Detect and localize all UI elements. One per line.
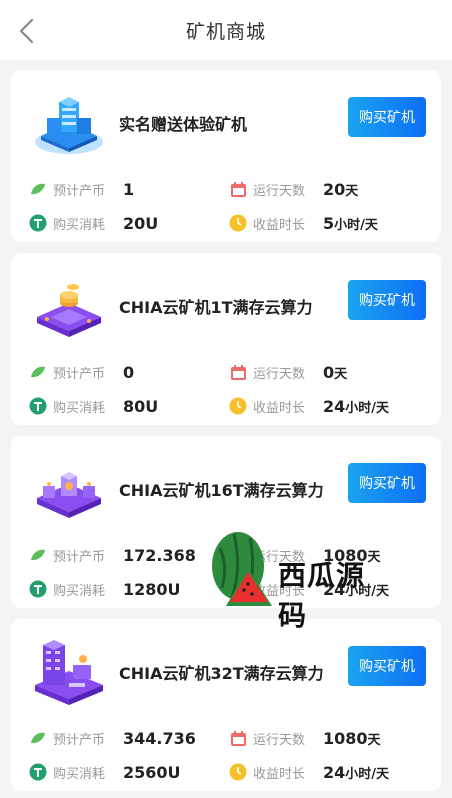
buy-miner-button[interactable]: 购买矿机	[348, 463, 426, 503]
income-duration-unit: 小时/天	[345, 400, 390, 416]
chevron-left-icon[interactable]	[14, 16, 40, 46]
estimated-output-value: 172.368	[123, 545, 196, 565]
income-duration-unit: 小时/天	[345, 766, 390, 782]
clock-icon	[229, 214, 247, 232]
run-days-value: 20	[323, 179, 346, 199]
run-days-unit: 天	[334, 366, 348, 382]
miner-card: CHIA云矿机32T满存云算力 购买矿机 预计产币 344.736 运行天数 1…	[11, 619, 441, 791]
run-days-label: 运行天数	[253, 183, 306, 199]
calendar-icon	[229, 546, 247, 564]
miner-name: CHIA云矿机1T满存云算力	[119, 298, 313, 317]
miner-stats: 预计产币 1 运行天数 20 天 购买消耗 20U 收益时长 5 小时/天	[29, 172, 431, 240]
leaf-icon	[29, 180, 47, 198]
server-stack-icon	[35, 97, 103, 154]
run-days-value: 1080	[323, 545, 368, 565]
income-duration-value: 24	[323, 762, 346, 782]
clock-icon	[229, 763, 247, 781]
miner-list: 实名赠送体验矿机 购买矿机 预计产币 1 运行天数 20 天 购买消耗 20U …	[0, 60, 452, 791]
run-days-unit: 天	[345, 183, 359, 199]
leaf-icon	[29, 363, 47, 381]
estimated-output-value: 344.736	[123, 728, 196, 748]
income-duration-label: 收益时长	[253, 766, 306, 782]
miner-card: CHIA云矿机16T满存云算力 购买矿机 预计产币 172.368 运行天数 1…	[11, 436, 441, 608]
app-header: 矿机商城	[0, 0, 452, 60]
coin-platform-icon	[37, 284, 101, 337]
purchase-cost-label: 购买消耗	[53, 583, 106, 599]
purchase-cost-label: 购买消耗	[53, 400, 106, 416]
income-duration-value: 24	[323, 579, 346, 599]
miner-stats: 预计产币 344.736 运行天数 1080天 购买消耗 2560U 收益时长	[29, 721, 431, 789]
purchase-cost-value: 20U	[123, 213, 159, 233]
calendar-icon	[229, 363, 247, 381]
income-duration-value: 5	[323, 213, 335, 233]
miner-card: 实名赠送体验矿机 购买矿机 预计产币 1 运行天数 20 天 购买消耗 20U …	[11, 70, 441, 242]
income-duration-label: 收益时长	[253, 583, 306, 599]
usdt-coin-icon	[29, 397, 47, 415]
miner-name: CHIA云矿机16T满存云算力	[119, 481, 324, 500]
run-days-label: 运行天数	[253, 366, 306, 382]
estimated-output-value: 0	[123, 362, 135, 382]
clock-icon	[229, 397, 247, 415]
run-days-unit: 天	[367, 549, 381, 565]
estimated-output-label: 预计产币	[53, 366, 106, 382]
purchase-cost-value: 1280U	[123, 579, 181, 599]
miner-name: CHIA云矿机32T满存云算力	[119, 664, 324, 683]
calendar-icon	[229, 729, 247, 747]
machine-platform-icon	[37, 472, 101, 518]
leaf-icon	[29, 729, 47, 747]
income-duration-label: 收益时长	[253, 217, 306, 233]
purchase-cost-value: 80U	[123, 396, 159, 416]
estimated-output-label: 预计产币	[53, 183, 106, 199]
income-duration-unit: 小时/天	[345, 583, 390, 599]
building-platform-icon	[35, 640, 103, 705]
miner-stats: 预计产币 0 运行天数 0天 购买消耗 80U 收益时长 24 小时/天	[29, 355, 431, 423]
estimated-output-label: 预计产币	[53, 732, 106, 748]
run-days-label: 运行天数	[253, 732, 306, 748]
run-days-unit: 天	[367, 732, 381, 748]
run-days-label: 运行天数	[253, 549, 306, 565]
run-days-value: 1080	[323, 728, 368, 748]
purchase-cost-value: 2560U	[123, 762, 181, 782]
estimated-output-value: 1	[123, 179, 135, 199]
buy-miner-button[interactable]: 购买矿机	[348, 280, 426, 320]
buy-miner-button[interactable]: 购买矿机	[348, 646, 426, 686]
buy-miner-button[interactable]: 购买矿机	[348, 97, 426, 137]
miner-card: CHIA云矿机1T满存云算力 购买矿机 预计产币 0 运行天数 0天 购买消耗	[11, 253, 441, 425]
miner-stats: 预计产币 172.368 运行天数 1080天 购买消耗 1280U 收益时长	[29, 538, 431, 606]
leaf-icon	[29, 546, 47, 564]
calendar-icon	[229, 180, 247, 198]
page-title: 矿机商城	[185, 20, 266, 43]
usdt-coin-icon	[29, 580, 47, 598]
purchase-cost-label: 购买消耗	[53, 766, 106, 782]
miner-name: 实名赠送体验矿机	[119, 115, 248, 134]
usdt-coin-icon	[29, 214, 47, 232]
run-days-value: 0	[323, 362, 335, 382]
income-duration-unit: 小时/天	[334, 217, 378, 233]
estimated-output-label: 预计产币	[53, 549, 106, 565]
purchase-cost-label: 购买消耗	[53, 217, 106, 233]
income-duration-label: 收益时长	[253, 400, 306, 416]
income-duration-value: 24	[323, 396, 346, 416]
usdt-coin-icon	[29, 763, 47, 781]
clock-icon	[229, 580, 247, 598]
